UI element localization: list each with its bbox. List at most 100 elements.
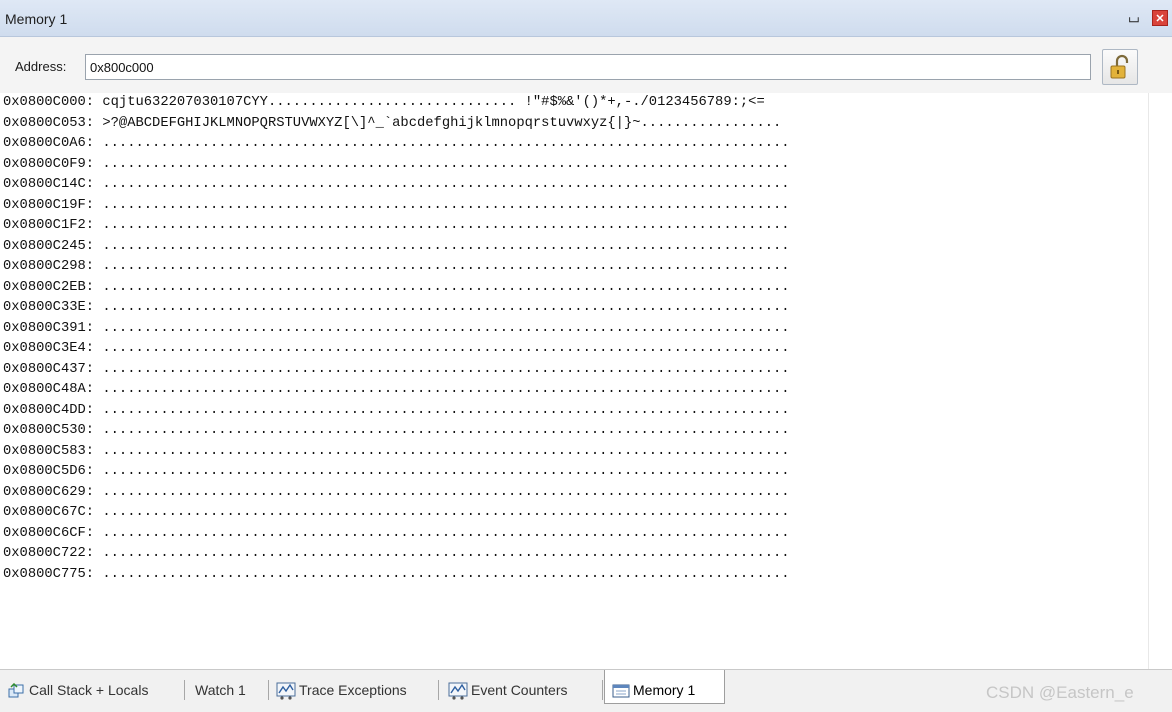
memory-data[interactable]: ........................................… <box>102 259 789 274</box>
memory-row[interactable]: 0x0800C722: ............................… <box>0 544 1148 565</box>
memory-row[interactable]: 0x0800C1F2: ............................… <box>0 216 1148 237</box>
memory-address: 0x0800C775: <box>3 566 95 582</box>
tab-label: Memory 1 <box>633 682 696 698</box>
memory-address: 0x0800C67C: <box>3 505 95 520</box>
memory-data[interactable]: ........................................… <box>102 218 789 233</box>
memory-address: 0x0800C298: <box>3 259 95 274</box>
memory-data[interactable]: ........................................… <box>102 567 789 582</box>
memory-data[interactable]: ........................................… <box>102 423 789 438</box>
lock-button[interactable] <box>1102 49 1138 85</box>
close-icon[interactable]: ✕ <box>1152 10 1168 26</box>
memory-address: 0x0800C437: <box>3 361 95 377</box>
trace-exceptions-icon <box>276 682 296 700</box>
memory-address: 0x0800C6CF: <box>3 525 95 541</box>
tab-label: Call Stack + Locals <box>29 682 149 698</box>
event-counters-icon <box>448 682 468 700</box>
memory-address: 0x0800C5D6: <box>3 464 95 479</box>
memory-row[interactable]: 0x0800C2EB: ............................… <box>0 278 1148 299</box>
memory-row[interactable]: 0x0800C48A: ............................… <box>0 380 1148 401</box>
memory-row[interactable]: 0x0800C0F9: ............................… <box>0 155 1148 176</box>
memory-data[interactable]: ........................................… <box>102 300 789 315</box>
memory-row[interactable]: 0x0800C530: ............................… <box>0 421 1148 442</box>
memory-data[interactable]: ........................................… <box>102 526 789 541</box>
tab-watch-1[interactable]: Watch 1 <box>195 678 246 702</box>
memory-address: 0x0800C33E: <box>3 300 95 315</box>
memory-data[interactable]: cqjtu632207030107CYY....................… <box>102 95 764 110</box>
memory-data[interactable]: ........................................… <box>102 464 789 479</box>
tab-separator <box>602 680 603 700</box>
memory-row[interactable]: 0x0800C391: ............................… <box>0 319 1148 340</box>
memory-data[interactable]: ........................................… <box>102 485 789 500</box>
memory-address: 0x0800C629: <box>3 484 95 500</box>
memory-address: 0x0800C245: <box>3 238 95 254</box>
memory-data[interactable]: ........................................… <box>102 321 789 336</box>
memory-row[interactable]: 0x0800C298: ............................… <box>0 257 1148 278</box>
pin-icon[interactable]: ⌴ <box>1127 10 1141 26</box>
memory-row[interactable]: 0x0800C629: ............................… <box>0 483 1148 504</box>
vertical-scrollbar[interactable] <box>1148 93 1172 669</box>
memory-row[interactable]: 0x0800C053: >?@ABCDEFGHIJKLMNOPQRSTUVWXY… <box>0 114 1148 135</box>
tab-event-counters[interactable]: Event Counters <box>448 678 568 702</box>
memory-data[interactable]: ........................................… <box>102 177 789 192</box>
tab-separator <box>184 680 185 700</box>
memory-row[interactable]: 0x0800C67C: ............................… <box>0 503 1148 524</box>
memory-address: 0x0800C1F2: <box>3 218 95 233</box>
memory-data[interactable]: ........................................… <box>102 546 789 561</box>
tab-label: Event Counters <box>471 682 568 698</box>
memory-data[interactable]: ........................................… <box>102 403 789 418</box>
bottom-tab-bar: Call Stack + Locals Watch 1 Trace Except… <box>0 669 1172 712</box>
address-input[interactable] <box>85 54 1091 80</box>
memory-view[interactable]: 0x0800C000: cqjtu632207030107CYY........… <box>0 93 1148 669</box>
memory-address: 0x0800C0F9: <box>3 156 95 172</box>
memory-address: 0x0800C391: <box>3 320 95 336</box>
memory-row[interactable]: 0x0800C583: ............................… <box>0 442 1148 463</box>
tab-call-stack-locals[interactable]: Call Stack + Locals <box>8 678 148 702</box>
memory-address: 0x0800C14C: <box>3 177 95 192</box>
memory-address: 0x0800C19F: <box>3 197 95 213</box>
memory-row[interactable]: 0x0800C0A6: ............................… <box>0 134 1148 155</box>
memory-row[interactable]: 0x0800C14C: ............................… <box>0 175 1148 196</box>
memory-address: 0x0800C053: <box>3 115 95 131</box>
window-title: Memory 1 <box>5 11 68 27</box>
address-bar: Address: <box>0 37 1172 127</box>
memory-address: 0x0800C722: <box>3 546 95 561</box>
memory-data[interactable]: >?@ABCDEFGHIJKLMNOPQRSTUVWXYZ[\]^_`abcde… <box>102 116 781 131</box>
memory-address: 0x0800C2EB: <box>3 279 95 295</box>
memory-data[interactable]: ........................................… <box>102 444 789 459</box>
memory-data[interactable]: ........................................… <box>102 136 789 151</box>
memory-data[interactable]: ........................................… <box>102 505 789 520</box>
memory-address: 0x0800C530: <box>3 423 95 438</box>
watermark: CSDN @Eastern_e <box>986 683 1134 702</box>
tab-separator <box>438 680 439 700</box>
window-titlebar: Memory 1 ⌴ ✕ <box>0 0 1172 37</box>
memory-data[interactable]: ........................................… <box>102 341 789 356</box>
memory-data[interactable]: ........................................… <box>102 157 789 172</box>
memory-address: 0x0800C000: <box>3 95 95 110</box>
tab-memory-1[interactable]: Memory 1 <box>612 678 695 702</box>
memory-row[interactable]: 0x0800C3E4: ............................… <box>0 339 1148 360</box>
memory-row[interactable]: 0x0800C000: cqjtu632207030107CYY........… <box>0 93 1148 114</box>
call-stack-icon <box>8 683 24 698</box>
memory-row[interactable]: 0x0800C4DD: ............................… <box>0 401 1148 422</box>
memory-row[interactable]: 0x0800C245: ............................… <box>0 237 1148 258</box>
tab-separator <box>268 680 269 700</box>
memory-row[interactable]: 0x0800C437: ............................… <box>0 360 1148 381</box>
address-label: Address: <box>15 59 67 74</box>
memory-data[interactable]: ........................................… <box>102 239 789 254</box>
memory-row[interactable]: 0x0800C6CF: ............................… <box>0 524 1148 545</box>
memory-address: 0x0800C3E4: <box>3 341 95 356</box>
memory-address: 0x0800C0A6: <box>3 136 95 151</box>
memory-row[interactable]: 0x0800C33E: ............................… <box>0 298 1148 319</box>
memory-data[interactable]: ........................................… <box>102 382 789 397</box>
memory-row[interactable]: 0x0800C19F: ............................… <box>0 196 1148 217</box>
memory-data[interactable]: ........................................… <box>102 280 789 295</box>
unlocked-padlock-icon <box>1110 54 1129 79</box>
memory-data[interactable]: ........................................… <box>102 362 789 377</box>
tab-trace-exceptions[interactable]: Trace Exceptions <box>276 678 407 702</box>
memory-data[interactable]: ........................................… <box>102 198 789 213</box>
memory-address: 0x0800C48A: <box>3 382 95 397</box>
memory-address: 0x0800C583: <box>3 443 95 459</box>
memory-icon <box>612 684 630 698</box>
memory-row[interactable]: 0x0800C775: ............................… <box>0 565 1148 586</box>
memory-row[interactable]: 0x0800C5D6: ............................… <box>0 462 1148 483</box>
